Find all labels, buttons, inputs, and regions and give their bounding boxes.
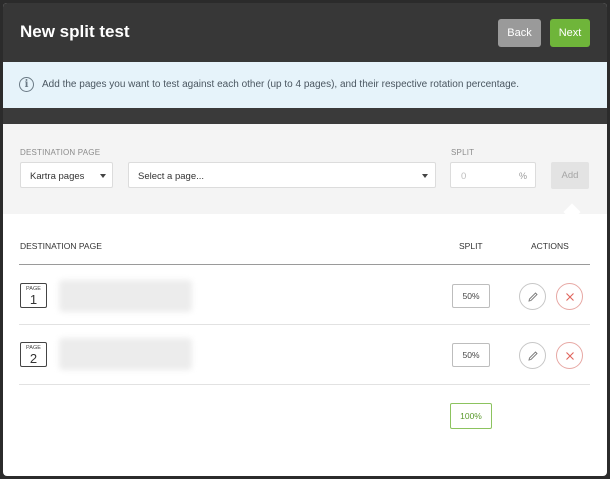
- pencil-icon: [527, 350, 538, 361]
- page-number-badge: PAGE 2: [20, 342, 47, 367]
- split-total: 100%: [450, 403, 492, 429]
- caret-down-icon: [100, 174, 106, 178]
- delete-button[interactable]: [556, 283, 583, 310]
- modal-title: New split test: [20, 22, 130, 41]
- close-icon: [565, 292, 574, 301]
- split-percent-input[interactable]: 0 %: [450, 162, 536, 188]
- add-page-button[interactable]: Add: [551, 162, 589, 189]
- divider-band: [3, 108, 607, 124]
- split-test-modal: New split test Back Next i Add the pages…: [3, 3, 607, 476]
- page-badge-number: 2: [29, 351, 38, 366]
- modal-header: New split test Back Next: [3, 3, 607, 62]
- edit-button[interactable]: [519, 283, 546, 310]
- column-header-actions: ACTIONS: [531, 241, 569, 251]
- page-name-redacted: [59, 280, 192, 312]
- pencil-icon: [527, 291, 538, 302]
- percent-suffix: %: [518, 171, 527, 181]
- page-select-placeholder: Select a page...: [138, 171, 205, 182]
- page-number-badge: PAGE 1: [20, 283, 47, 308]
- page-source-select[interactable]: Kartra pages: [20, 162, 113, 188]
- info-banner: i Add the pages you want to test against…: [3, 62, 607, 108]
- split-percent-value: 50%: [452, 343, 490, 367]
- destination-page-label: DESTINATION PAGE: [20, 148, 101, 157]
- edit-button[interactable]: [519, 342, 546, 369]
- split-label: SPLIT: [451, 148, 475, 157]
- delete-button[interactable]: [556, 342, 583, 369]
- caret-down-icon: [422, 174, 428, 178]
- page-name-redacted: [59, 338, 192, 370]
- close-icon: [565, 351, 574, 360]
- row-divider: [19, 324, 590, 325]
- column-header-destination: DESTINATION PAGE: [20, 241, 102, 251]
- back-button[interactable]: Back: [498, 19, 541, 47]
- page-select[interactable]: Select a page...: [128, 162, 436, 188]
- page-badge-number: 1: [29, 292, 38, 307]
- info-icon: i: [19, 77, 34, 92]
- next-button[interactable]: Next: [550, 19, 590, 47]
- split-input-placeholder: 0: [461, 171, 467, 182]
- row-divider: [19, 384, 590, 385]
- split-percent-value: 50%: [452, 284, 490, 308]
- header-divider: [19, 264, 590, 265]
- page-source-value: Kartra pages: [30, 171, 85, 182]
- column-header-split: SPLIT: [459, 241, 483, 251]
- info-text: Add the pages you want to test against e…: [42, 79, 519, 90]
